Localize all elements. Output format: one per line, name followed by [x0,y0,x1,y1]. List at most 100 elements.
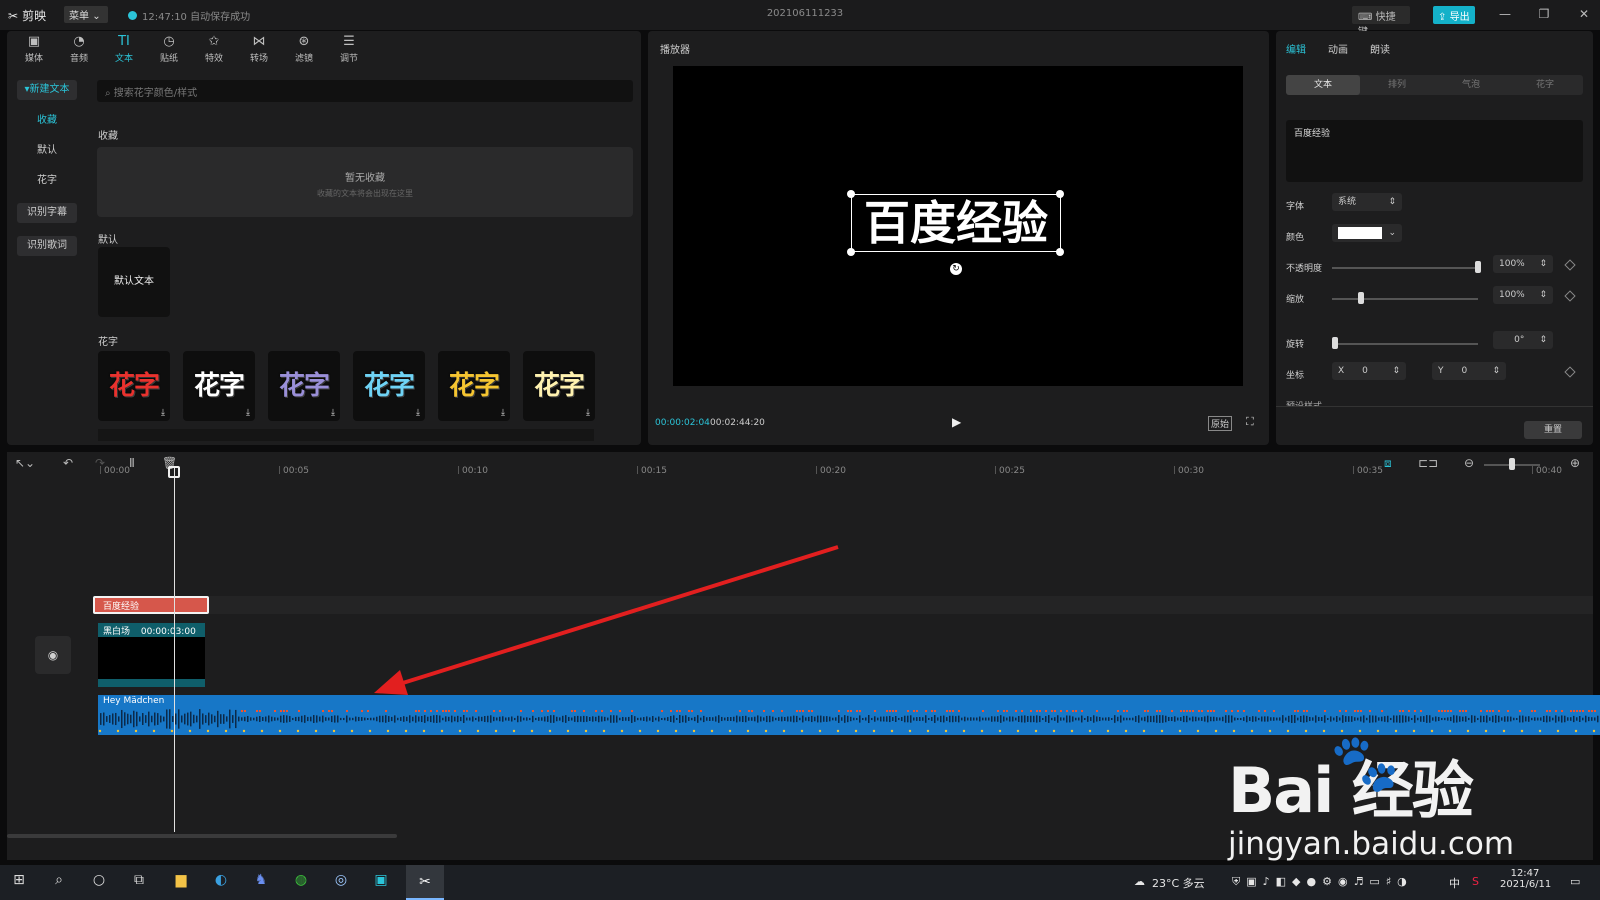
playhead-handle[interactable] [168,466,180,478]
tab-animation[interactable]: 动画 [1328,41,1348,56]
rotate-slider-track[interactable] [1332,343,1478,345]
keyframe-diamond-icon[interactable] [1564,290,1576,302]
position-x-input[interactable]: X 0 ⇕ [1332,362,1406,380]
play-icon[interactable]: ▶ [952,415,961,429]
notification-icon[interactable]: ▭ [1570,875,1580,888]
windows-start-icon[interactable]: ⊞ [8,872,30,888]
fullscreen-icon[interactable]: ⛶ [1246,415,1254,429]
tab-edit[interactable]: 编辑 [1286,41,1306,56]
audio-clip[interactable]: Hey Mädchen [98,695,1600,735]
toolbar-filter[interactable]: ⊛ 滤镜 [282,31,326,67]
tab-read-aloud[interactable]: 朗读 [1370,41,1390,56]
link-icon[interactable]: ⊏⊐ [1418,456,1438,470]
task-view-icon[interactable]: ⧉ [128,872,150,888]
browser-icon[interactable]: ◎ [330,872,352,888]
toolbar-sticker[interactable]: ◷ 贴纸 [147,31,191,67]
ratio-button[interactable]: 原始 [1208,416,1233,431]
toolbar-text[interactable]: TI 文本 [102,31,146,67]
sidebar-item-huazi[interactable]: 花字 [17,171,77,191]
rotate-slider-knob[interactable] [1332,337,1338,349]
download-icon[interactable]: ⤓ [246,408,250,418]
recognize-subtitles-button[interactable]: 识别字幕 [17,203,77,223]
cortana-icon[interactable]: ○ [88,872,110,888]
mute-audio-icon[interactable]: ◉ [35,636,71,674]
new-text-button[interactable]: ▾新建文本 [17,80,77,100]
huazi-style-thumb[interactable]: 花字 ⤓ [183,351,255,421]
opacity-input[interactable]: 100% ⇕ [1493,255,1553,273]
resize-handle-br[interactable] [1056,248,1064,256]
app-icon[interactable]: ▣ [370,872,392,888]
download-icon[interactable]: ⤓ [161,408,165,418]
zoom-in-icon[interactable]: ⊕ [1570,456,1580,470]
default-text-thumb[interactable]: 默认文本 [98,247,170,317]
rotate-handle-icon[interactable]: ↻ [950,263,962,275]
capcut-taskbar-button[interactable]: ✂ [406,865,444,900]
toolbar-adjust[interactable]: ☰ 调节 [327,31,371,67]
reset-button[interactable]: 重置 [1524,421,1582,439]
toolbar-effects[interactable]: ✩ 特效 [192,31,236,67]
search-icon[interactable]: ⌕ [48,872,70,888]
select-tool-icon[interactable]: ↖⌄ [15,456,35,470]
opacity-slider-knob[interactable] [1475,261,1481,273]
app-icon[interactable]: ♞ [250,872,272,888]
tray-icons[interactable]: ⛨▣♪◧◆●⚙◉♬▭♯◑ [1232,875,1413,889]
snap-icon[interactable]: ⧈ [1384,456,1392,471]
export-button[interactable]: ⇪ 导出 [1433,6,1475,24]
weather-icon[interactable]: ☁ [1134,875,1145,888]
preview-text-box[interactable]: 百度经验 [851,194,1061,252]
sidebar-item-default[interactable]: 默认 [17,141,77,161]
playhead[interactable] [174,466,175,832]
scale-slider-track[interactable] [1332,298,1478,300]
download-icon[interactable]: ⤓ [416,408,420,418]
download-icon[interactable]: ⤓ [331,408,335,418]
subtab-bubble[interactable]: 气泡 [1434,75,1508,95]
zoom-slider-knob[interactable] [1509,458,1515,470]
subtab-arrange[interactable]: 排列 [1360,75,1434,95]
search-input[interactable]: ⌕ 搜索花字颜色/样式 [97,80,633,102]
keyframe-diamond-icon[interactable] [1564,259,1576,271]
resize-handle-bl[interactable] [847,248,855,256]
clock[interactable]: 12:47 2021/6/11 [1500,868,1551,890]
rotate-input[interactable]: 0° ⇕ [1493,331,1553,349]
huazi-style-thumb[interactable]: 花字 ⤓ [438,351,510,421]
text-clip[interactable]: 百度经验 [93,596,209,614]
weather-text[interactable]: 23°C 多云 [1152,875,1205,891]
resize-handle-tr[interactable] [1056,190,1064,198]
scale-slider-knob[interactable] [1358,292,1365,304]
huazi-style-thumb[interactable]: 花字 ⤓ [268,351,340,421]
text-content-input[interactable]: 百度经验 [1286,120,1583,182]
scale-input[interactable]: 100% ⇕ [1493,286,1553,304]
resize-handle-tl[interactable] [847,190,855,198]
close-icon[interactable]: ✕ [1575,7,1593,21]
keyframe-diamond-icon[interactable] [1564,366,1576,378]
subtab-huazi[interactable]: 花字 [1508,75,1582,95]
sidebar-item-favorites[interactable]: 收藏 [17,111,77,131]
zoom-out-icon[interactable]: ⊖ [1464,456,1474,470]
undo-icon[interactable]: ↶ [63,456,73,470]
shortcut-button[interactable]: ⌨ 快捷键 [1352,6,1410,38]
download-icon[interactable]: ⤓ [586,408,590,418]
horizontal-scrollbar[interactable] [7,834,397,838]
file-explorer-icon[interactable]: ▆ [170,872,192,888]
minimize-icon[interactable]: — [1496,7,1514,21]
color-picker[interactable]: ⌄ [1332,224,1402,242]
huazi-style-thumb[interactable]: 花字 ⤓ [523,351,595,421]
maximize-icon[interactable]: ❐ [1535,7,1553,21]
toolbar-media[interactable]: ▣ 媒体 [12,31,56,67]
sogou-icon[interactable]: S [1472,875,1479,888]
edge-browser-icon[interactable]: ◐ [210,872,232,888]
wechat-icon[interactable]: ◍ [290,872,312,888]
position-y-input[interactable]: Y 0 ⇕ [1432,362,1506,380]
huazi-style-thumb[interactable]: 花字 ⤓ [98,351,170,421]
ime-indicator[interactable]: 中 [1449,875,1460,891]
subtab-text[interactable]: 文本 [1286,75,1360,95]
opacity-slider-track[interactable] [1332,267,1478,269]
recognize-lyrics-button[interactable]: 识别歌词 [17,236,77,256]
toolbar-audio[interactable]: ◔ 音频 [57,31,101,67]
video-clip[interactable]: 黑白场 00:00:03:00 [98,623,205,687]
video-preview[interactable]: 百度经验 ↻ [673,66,1243,386]
font-select[interactable]: 系统 ⇕ [1332,193,1402,211]
download-icon[interactable]: ⤓ [501,408,505,418]
toolbar-transition[interactable]: ⋈ 转场 [237,31,281,67]
menu-button[interactable]: 菜单 ⌄ [64,6,108,23]
